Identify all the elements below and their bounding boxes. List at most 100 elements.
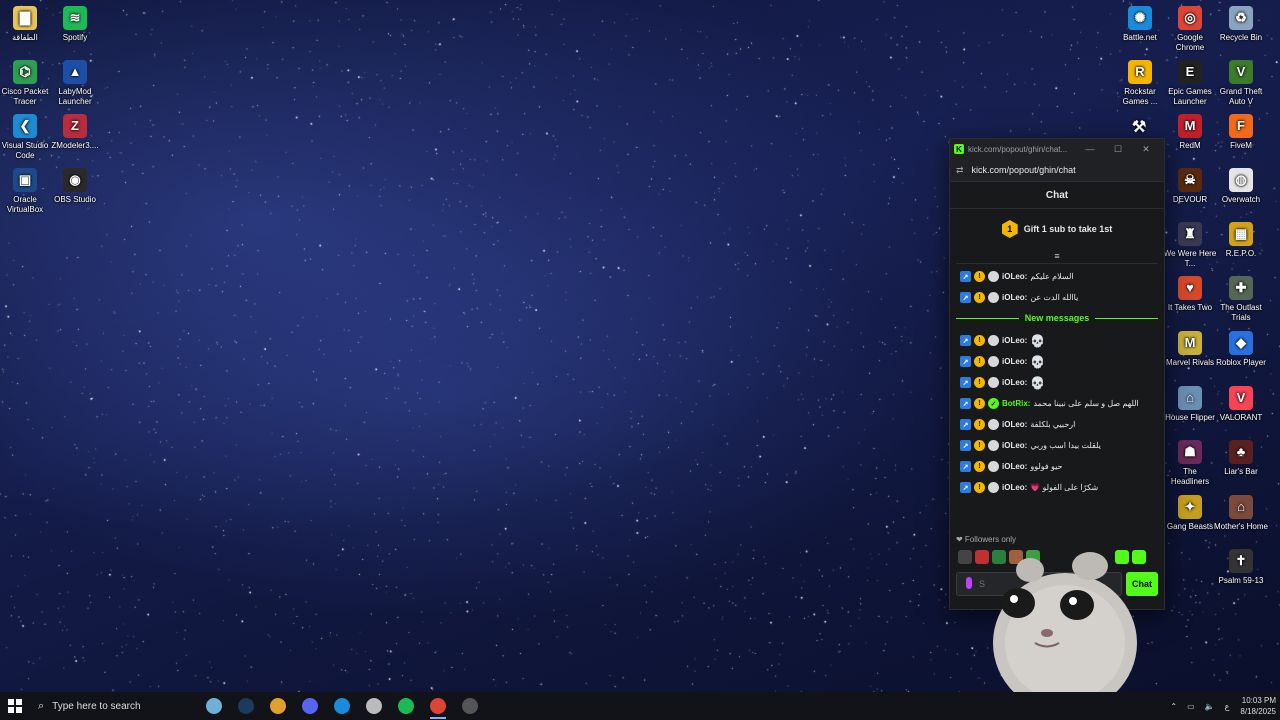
desktop-icon-psalm[interactable]: ✝ Psalm 59-13 — [1214, 549, 1268, 586]
spotify-icon: ≋ — [63, 6, 87, 30]
chat-username[interactable]: iOLeo: — [1002, 272, 1027, 281]
taskbar-app-discord[interactable] — [294, 692, 326, 720]
chat-message: ↗! iOLeo: يلقلت بيدا اسب وربي — [960, 435, 1164, 456]
mothers-home-icon: ⌂ — [1229, 495, 1253, 519]
chat-username[interactable]: iOLeo: — [1002, 441, 1027, 450]
desktop-icon-headliners[interactable]: ☗ The Headliners — [1163, 440, 1217, 487]
chat-message-text: يلقلت بيدا اسب وربي — [1030, 441, 1101, 450]
desktop-icon-spotify[interactable]: ≋ Spotify — [48, 6, 102, 43]
language-indicator[interactable]: ع — [1225, 702, 1230, 711]
desktop-icon-labymod[interactable]: ▲ LabyMod Launcher — [48, 60, 102, 107]
chat-username[interactable]: iOLeo: — [1002, 293, 1027, 302]
desktop-icon-battlenet[interactable]: ✺ Battle.net — [1113, 6, 1167, 43]
taskbar-app-obs[interactable] — [454, 692, 486, 720]
desktop-icon-redm[interactable]: M RedM — [1163, 114, 1217, 151]
gift-sub-banner[interactable]: 1 Gift 1 sub to take 1st — [950, 209, 1164, 249]
desktop-icon-label: Google Chrome — [1175, 33, 1205, 52]
kick-badge-icon: ↗ — [960, 482, 971, 493]
desktop-icon-folder[interactable]: ▇ الطفاقة — [0, 6, 52, 43]
desktop-icon-roblox[interactable]: ◆ Roblox Player — [1214, 331, 1268, 368]
network-icon[interactable]: ▭ — [1187, 702, 1195, 711]
chat-username[interactable]: iOLeo: — [1002, 483, 1027, 492]
desktop-icon-zmodeler[interactable]: Z ZModeler3.... — [48, 114, 102, 151]
tray-chevron-icon[interactable]: ⌃ — [1170, 702, 1177, 711]
chat-username[interactable]: iOLeo: — [1002, 357, 1027, 366]
url-bar[interactable]: ⇄ kick.com/popout/ghin/chat — [950, 159, 1164, 182]
weather-widget-icon — [206, 698, 222, 714]
desktop-icon-valorant[interactable]: V VALORANT — [1214, 386, 1268, 423]
desktop-icon-cisco-packet-tracer[interactable]: ⌬ Cisco Packet Tracer — [0, 60, 52, 107]
desktop-icon-outlast-trials[interactable]: ✚ The Outlast Trials — [1214, 276, 1268, 323]
chat-message-text: اللهم صل و سلم على نبينا محمد — [1033, 399, 1139, 408]
desktop-icon-gang-beasts[interactable]: ✦ Gang Beasts — [1163, 495, 1217, 532]
verified-badge-icon: ✓ — [988, 398, 999, 409]
url-text: kick.com/popout/ghin/chat — [971, 165, 1076, 175]
volume-icon[interactable]: 🔈 — [1205, 702, 1215, 711]
desktop-icon-label: The Headliners — [1170, 467, 1210, 486]
chat-username[interactable]: iOLeo: — [1002, 420, 1027, 429]
settings-app-icon — [366, 698, 382, 714]
taskbar-app-weather-widget[interactable] — [198, 692, 230, 720]
desktop-icon-repo[interactable]: ▦ R.E.P.O. — [1214, 222, 1268, 259]
desktop-icon-devour[interactable]: ☠ DEVOUR — [1163, 168, 1217, 205]
desktop-icon-liars-bar[interactable]: ♣ Liar's Bar — [1214, 440, 1268, 477]
skull-emote-icon: 💀 — [1030, 333, 1046, 348]
cisco-packet-tracer-icon: ⌬ — [13, 60, 37, 84]
mic-icon[interactable] — [966, 577, 972, 589]
minimize-icon[interactable]: — — [1076, 144, 1104, 154]
desktop-icon-overwatch[interactable]: ◍ Overwatch — [1214, 168, 1268, 205]
taskbar-app-battlenet[interactable] — [326, 692, 358, 720]
maximize-icon[interactable]: ☐ — [1104, 144, 1132, 155]
taskbar-app-settings-app[interactable] — [358, 692, 390, 720]
start-button[interactable] — [0, 692, 30, 720]
chrome-icon — [430, 698, 446, 714]
desktop-icon-house-flipper[interactable]: ⌂ House Flipper — [1163, 386, 1217, 423]
desktop-icon-chrome[interactable]: ◎ Google Chrome — [1163, 6, 1217, 53]
window-titlebar[interactable]: K kick.com/popout/ghin/chat... — ☐ ✕ — [950, 139, 1164, 159]
desktop-icon-fivem[interactable]: F FiveM — [1214, 114, 1268, 151]
search-placeholder: Type here to search — [52, 700, 141, 712]
folder-icon: ▇ — [13, 6, 37, 30]
desktop-icon-it-takes-two[interactable]: ♥ It Takes Two — [1163, 276, 1217, 313]
desktop-icon-virtualbox[interactable]: ▣ Oracle VirtualBox — [0, 168, 52, 215]
desktop-icon-label: The Outlast Trials — [1220, 303, 1262, 322]
desktop-icon-label: Rockstar Games ... — [1122, 87, 1158, 106]
desktop-icon-we-were-here[interactable]: ♜ We Were Here T... — [1163, 222, 1217, 269]
clock[interactable]: 10:03 PM 8/18/2025 — [1240, 695, 1276, 717]
site-settings-icon[interactable]: ⇄ — [956, 165, 964, 176]
desktop-icon-epic-games[interactable]: E Epic Games Launcher — [1163, 60, 1217, 107]
desktop-icon-label: ZModeler3.... — [51, 141, 99, 150]
chat-username[interactable]: iOLeo: — [1002, 378, 1027, 387]
desktop-icon-gta[interactable]: V Grand Theft Auto V — [1214, 60, 1268, 107]
recycle-bin-icon: ♻ — [1229, 6, 1253, 30]
chat-username[interactable]: iOLeo: — [1002, 336, 1027, 345]
desktop-icon-label: FiveM — [1230, 141, 1252, 150]
chat-message: ↗! iOLeo: 💀 — [960, 330, 1164, 351]
chat-username[interactable]: BotRix: — [1002, 399, 1030, 408]
kick-badge-icon: ↗ — [960, 419, 971, 430]
close-icon[interactable]: ✕ — [1132, 144, 1160, 155]
kick-chat-window[interactable]: K kick.com/popout/ghin/chat... — ☐ ✕ ⇄ k… — [949, 138, 1165, 610]
desktop-icon-mothers-home[interactable]: ⌂ Mother's Home — [1214, 495, 1268, 532]
sub-badge-icon: ! — [974, 377, 985, 388]
taskbar-app-spotify[interactable] — [390, 692, 422, 720]
labymod-icon: ▲ — [63, 60, 87, 84]
new-messages-divider: New messages — [950, 308, 1164, 328]
desktop-icon-rockstar[interactable]: R Rockstar Games ... — [1113, 60, 1167, 107]
taskbar-search[interactable]: ⌕ Type here to search — [30, 692, 170, 720]
desktop-icon-label: R.E.P.O. — [1225, 249, 1257, 258]
taskbar-app-unknown-app[interactable] — [262, 692, 294, 720]
kick-favicon-icon: K — [954, 144, 964, 154]
headliners-icon: ☗ — [1178, 440, 1202, 464]
desktop-icon-obs[interactable]: ◉ OBS Studio — [48, 168, 102, 205]
taskbar-app-steam[interactable] — [230, 692, 262, 720]
taskbar-app-chrome[interactable] — [422, 692, 454, 720]
desktop-icon-marvel-rivals[interactable]: M Marvel Rivals — [1163, 331, 1217, 368]
scroll-indicator-icon[interactable]: ≡ — [950, 249, 1164, 263]
mute-icon[interactable] — [958, 550, 972, 564]
desktop-icon-recycle-bin[interactable]: ♻ Recycle Bin — [1214, 6, 1268, 43]
desktop-icon-vscode[interactable]: ❮ Visual Studio Code — [0, 114, 52, 161]
desktop-icon-label: Cisco Packet Tracer — [1, 87, 49, 106]
chat-username[interactable]: iOLeo: — [1002, 462, 1027, 471]
obs-icon: ◉ — [63, 168, 87, 192]
